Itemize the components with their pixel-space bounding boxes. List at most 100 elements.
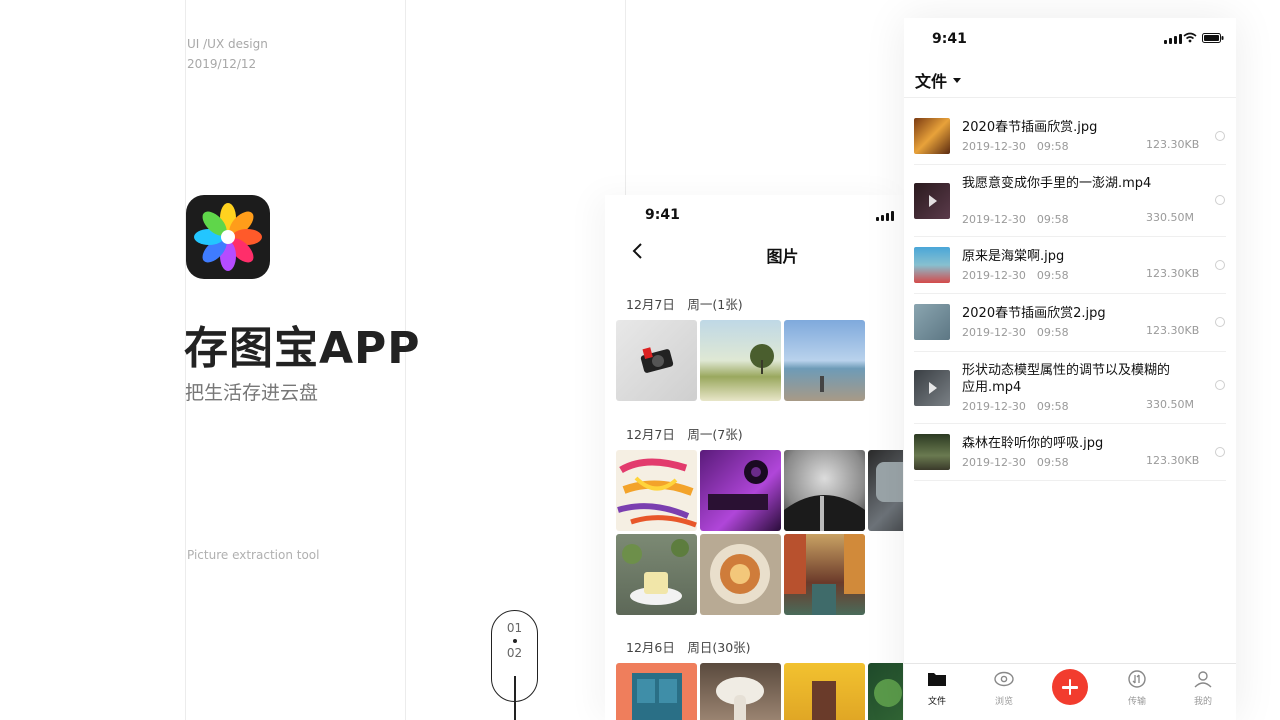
select-radio[interactable] [1215, 260, 1225, 270]
file-row[interactable]: 2020春节插画欣赏2.jpg 2019-12-30 09:58 123.30K… [914, 294, 1226, 352]
file-row[interactable]: 森林在聆听你的呼吸.jpg 2019-12-30 09:58 123.30KB [914, 424, 1226, 481]
photo-thumb[interactable] [784, 320, 865, 401]
tab-label: 文件 [927, 697, 946, 707]
file-name: 原来是海棠啊.jpg [962, 249, 1065, 264]
file-date: 2019-12-30 09:58 [962, 140, 1069, 153]
synth-purple-photo [708, 460, 768, 510]
file-name: 我愿意变成你手里的一澎湖.mp4 [962, 176, 1152, 191]
file-row[interactable]: 原来是海棠啊.jpg 2019-12-30 09:58 123.30KB [914, 237, 1226, 294]
signal-icon [876, 211, 894, 221]
select-radio[interactable] [1215, 380, 1225, 390]
dome-architecture-photo [784, 495, 865, 531]
dessert-table-photo [622, 539, 689, 605]
signal-icon [1164, 34, 1182, 44]
file-size: 123.30KB [1146, 267, 1200, 280]
file-row[interactable]: 我愿意变成你手里的一澎湖.mp4 2019-12-30 09:58 330.50… [914, 165, 1226, 237]
status-time: 9:41 [645, 207, 680, 223]
photo-thumb[interactable] [616, 534, 697, 615]
select-radio[interactable] [1215, 317, 1225, 327]
select-radio[interactable] [1215, 195, 1225, 205]
files-screen: 9:41 文件 2020春节插画欣赏.jpg 2019-12-30 09:58 … [904, 18, 1236, 720]
photo-thumb[interactable] [700, 450, 781, 531]
user-icon [1194, 671, 1212, 688]
file-size: 123.30KB [1146, 138, 1200, 151]
tab-bar: 文件 浏览 传输 我的 [904, 663, 1236, 720]
wifi-icon [1183, 32, 1197, 43]
play-icon [929, 195, 937, 207]
photo-thumb[interactable] [784, 663, 865, 720]
tab-profile[interactable]: 我的 [1178, 670, 1228, 707]
photo-thumb[interactable] [700, 534, 781, 615]
file-name: 2020春节插画欣赏.jpg [962, 120, 1098, 135]
design-label: UI /UX design [187, 37, 268, 51]
file-size: 330.50M [1146, 398, 1194, 411]
photo-thumb[interactable] [868, 450, 903, 531]
page-current: 01 [506, 621, 523, 635]
date-group-label: 12月6日 周日(30张) [626, 640, 751, 655]
select-radio[interactable] [1215, 131, 1225, 141]
image-thumb [914, 118, 950, 154]
file-name: 2020春节插画欣赏2.jpg [962, 306, 1106, 321]
photo-thumb[interactable] [784, 450, 865, 531]
eye-icon [994, 671, 1014, 687]
tab-label: 传输 [1127, 697, 1146, 707]
file-date: 2019-12-30 09:58 [962, 213, 1069, 226]
photo-thumb[interactable] [700, 663, 781, 720]
file-date: 2019-12-30 09:58 [962, 269, 1069, 282]
tab-transfer[interactable]: 传输 [1112, 670, 1162, 707]
folder-selector[interactable]: 文件 [915, 68, 962, 92]
pager-line [514, 676, 516, 720]
green-leaves-photo [874, 679, 902, 707]
paint-strokes-photo [617, 458, 697, 528]
photo-thumb[interactable] [868, 663, 903, 720]
tab-files[interactable]: 文件 [912, 670, 962, 707]
select-radio[interactable] [1215, 447, 1225, 457]
photo-thumb[interactable] [784, 534, 865, 615]
gallery-screen: 9:41 图片 12月7日 周一(1张) 12月7日 周一(7张) 12月6日 … [605, 195, 903, 720]
car-window-photo [876, 462, 903, 502]
page-dot [512, 639, 517, 643]
file-date: 2019-12-30 09:58 [962, 400, 1069, 413]
app-name: 存图宝APP [184, 323, 421, 374]
design-date: 2019/12/12 [187, 57, 257, 71]
yellow-street-photo [812, 681, 836, 720]
video-thumb [914, 183, 950, 219]
photo-thumb[interactable] [616, 450, 697, 531]
mushroom-photo [716, 677, 764, 720]
tab-label: 我的 [1193, 697, 1212, 707]
plate-art-photo [710, 544, 770, 604]
photo-thumb[interactable] [616, 320, 697, 401]
date-group-label: 12月7日 周一(7张) [626, 427, 743, 442]
tab-label: 浏览 [994, 697, 1013, 707]
status-time: 9:41 [932, 31, 967, 47]
tab-browse[interactable]: 浏览 [979, 670, 1029, 707]
date-group-label: 12月7日 周一(1张) [626, 297, 743, 312]
file-name: 森林在聆听你的呼吸.jpg [962, 436, 1104, 451]
photo-thumb[interactable] [616, 663, 697, 720]
flower-logo-icon [194, 203, 262, 271]
app-icon [186, 195, 270, 279]
file-row[interactable]: 形状动态模型属性的调节以及模糊的应用.mp4 2019-12-30 09:58 … [914, 352, 1226, 424]
image-thumb [914, 304, 950, 340]
app-slogan: 把生活存进云盘 [185, 382, 319, 404]
photo-thumb[interactable] [700, 320, 781, 401]
folder-icon [928, 673, 946, 686]
folder-title: 文件 [915, 72, 948, 91]
file-date: 2019-12-30 09:58 [962, 326, 1069, 339]
video-thumb [914, 370, 950, 406]
design-presentation: UI /UX design 2019/12/12 存图宝APP 把生活存进云盘 … [0, 0, 1280, 720]
page-title: 图片 [766, 247, 799, 266]
beach-photo [820, 376, 824, 392]
image-thumb [914, 434, 950, 470]
app-tagline: Picture extraction tool [187, 548, 320, 562]
add-button[interactable] [1052, 669, 1088, 705]
page-next: 02 [506, 646, 523, 660]
header-divider [904, 97, 1236, 98]
image-thumb [914, 247, 950, 283]
venice-canal-photo [784, 534, 865, 615]
file-size: 123.30KB [1146, 324, 1200, 337]
file-row[interactable]: 2020春节插画欣赏.jpg 2019-12-30 09:58 123.30KB [914, 108, 1226, 165]
play-icon [929, 382, 937, 394]
camera-photo [640, 347, 674, 373]
file-size: 330.50M [1146, 211, 1194, 224]
